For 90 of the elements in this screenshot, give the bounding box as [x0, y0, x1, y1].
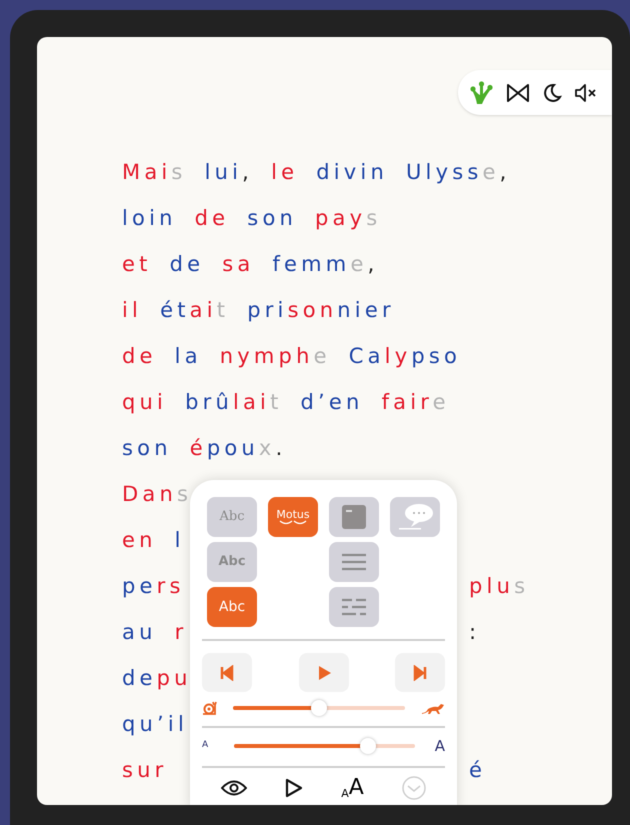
syllable: de: [170, 252, 204, 276]
slider-thumb[interactable]: [311, 700, 327, 716]
skip-back-icon: [219, 664, 235, 680]
snail-icon: [202, 701, 217, 715]
window-icon: [341, 504, 367, 530]
syllable: t: [270, 390, 283, 414]
syllable: :: [469, 620, 480, 644]
syllable: de: [194, 206, 230, 230]
syllable: divin: [316, 160, 388, 184]
syllable: d’en: [300, 390, 364, 414]
syllable: l: [174, 528, 185, 552]
syllable: rs: [156, 574, 185, 598]
syllable: son: [247, 206, 297, 230]
syllable: de: [122, 344, 157, 368]
syllable: lui: [204, 160, 242, 184]
syllable: pou: [206, 436, 259, 460]
syllable: pe: [122, 574, 157, 598]
syllable: la: [174, 344, 202, 368]
eye-icon[interactable]: [221, 779, 248, 797]
syllable: le: [271, 160, 298, 184]
running-animal-icon: [421, 701, 445, 715]
syllable: pri: [247, 298, 288, 322]
syllable: ly: [384, 344, 412, 368]
font-option[interactable]: Abc: [207, 497, 257, 537]
syllable: ,: [242, 160, 254, 184]
syllable: é: [469, 758, 486, 782]
syllable: s: [366, 206, 382, 230]
syllable: lai: [232, 390, 270, 414]
syllable: t: [216, 298, 230, 322]
syllable: x: [258, 436, 276, 460]
syllable: é: [190, 436, 207, 460]
smile-lines-icon: [279, 520, 307, 526]
window-button[interactable]: [329, 497, 379, 537]
frog-foot-icon[interactable]: [468, 80, 494, 106]
syllable: s: [171, 160, 187, 184]
syllable: son: [122, 436, 172, 460]
syllable: qui: [122, 390, 168, 414]
syllable: Dan: [122, 482, 177, 506]
syllable: Ca: [348, 344, 385, 368]
syllable: femm: [272, 252, 350, 276]
mute-icon[interactable]: [574, 82, 598, 102]
syllable: pay: [315, 206, 366, 230]
font-option[interactable]: Abc: [207, 587, 257, 627]
syllable: nymph: [220, 344, 314, 368]
syllable: pu: [156, 666, 192, 690]
font-option[interactable]: Abc: [207, 542, 257, 582]
lines-button[interactable]: [329, 542, 379, 582]
syllable: r: [174, 620, 188, 644]
moon-icon[interactable]: [542, 82, 562, 102]
syllable: Mai: [122, 160, 172, 184]
syllable: ai: [190, 298, 217, 322]
syllable: sur: [122, 758, 168, 782]
syllable: son: [288, 298, 338, 322]
syllable: Ulyss: [406, 160, 482, 184]
slider-thumb[interactable]: [360, 738, 376, 754]
syllable: brû: [185, 390, 233, 414]
syllable: qu’il: [122, 712, 188, 736]
syllable: en: [122, 528, 157, 552]
large-a-label: A: [434, 736, 445, 757]
syllable: ,: [368, 252, 378, 276]
bowtie-icon[interactable]: [506, 82, 530, 102]
lines-icon: [341, 552, 367, 572]
syllable: .: [276, 436, 286, 460]
syllable: e: [432, 390, 450, 414]
syllable: fair: [382, 390, 433, 414]
syllable: pso: [411, 344, 462, 368]
next-button[interactable]: [395, 653, 445, 692]
syllable: loin: [122, 206, 177, 230]
syllable: ,: [500, 160, 510, 184]
syllable: s: [176, 482, 192, 506]
play-button[interactable]: [298, 653, 348, 692]
previous-button[interactable]: [202, 653, 252, 692]
syllable: s: [514, 574, 530, 598]
dashed-lines-icon: [341, 597, 367, 617]
syllable: e: [482, 160, 500, 184]
syllable: plu: [469, 574, 514, 598]
dashed-lines-button[interactable]: [329, 587, 379, 627]
syllable: sa: [222, 252, 254, 276]
syllable: et: [122, 252, 152, 276]
syllable: au: [122, 620, 157, 644]
syllable: e: [350, 252, 368, 276]
syllable: e: [314, 344, 331, 368]
syllable: il: [122, 298, 142, 322]
small-a-label: A: [202, 739, 210, 752]
play-icon[interactable]: [285, 778, 304, 798]
syllable: nier: [337, 298, 395, 322]
syllable: de: [122, 666, 157, 690]
motus-button[interactable]: Motus: [268, 497, 318, 537]
syllable: ét: [160, 298, 190, 322]
skip-forward-icon: [412, 664, 428, 680]
